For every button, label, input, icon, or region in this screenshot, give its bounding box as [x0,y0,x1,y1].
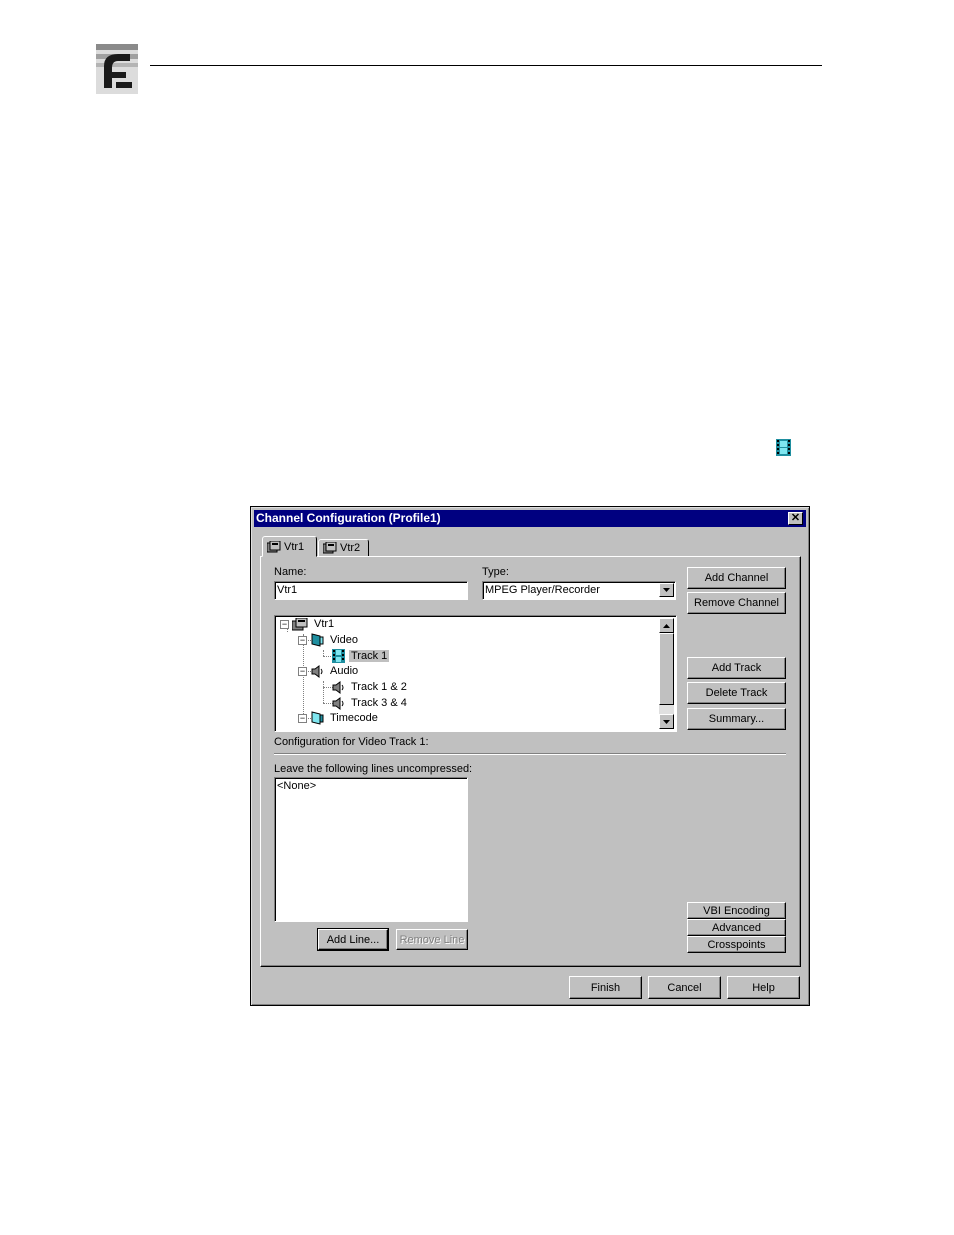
tab-vtr2[interactable]: Vtr2 [318,539,369,557]
tab-vtr1[interactable]: Vtr1 [262,536,317,557]
scroll-thumb[interactable] [659,633,674,705]
film-track-icon [332,649,345,663]
vtr-icon [267,540,281,552]
collapse-icon[interactable]: − [298,714,307,723]
tree-node-label: Timecode [330,712,378,724]
tree-node-timecode[interactable]: Timecode [311,710,380,726]
tree-node-audio-track-1-2[interactable]: Track 1 & 2 [332,679,409,695]
tree-node-label: Video [330,634,358,646]
help-button[interactable]: Help [727,976,800,999]
tree-node-label: Audio [330,665,359,677]
tree-node-audio-track-3-4[interactable]: Track 3 & 4 [332,695,409,711]
remove-line-button[interactable]: Remove Line [396,929,468,950]
collapse-icon[interactable]: − [298,636,307,645]
tree-node-label: Track 1 [349,650,390,662]
scroll-down-icon[interactable] [659,714,674,729]
vtr-icon [323,542,337,554]
name-label: Name: [274,566,307,578]
type-select[interactable]: MPEG Player/Recorder [482,581,676,600]
header-rule [150,65,822,66]
add-track-button[interactable]: Add Track [687,657,786,679]
tab-panel: Name: Vtr1 Type: MPEG Player/Recorder Ad… [260,556,801,967]
tree-node-video[interactable]: Video [311,632,360,648]
tree-node-audio[interactable]: Audio [311,663,360,679]
speaker-icon [332,696,344,710]
channel-configuration-dialog: Channel Configuration (Profile1) ✕ Vtr1 … [250,506,810,1006]
close-icon[interactable]: ✕ [788,512,803,525]
add-channel-button[interactable]: Add Channel [687,567,786,589]
tree-scrollbar[interactable] [659,618,674,729]
collapse-icon[interactable]: − [280,620,289,629]
company-logo [96,44,138,94]
type-select-value: MPEG Player/Recorder [485,584,600,596]
delete-track-button[interactable]: Delete Track [687,682,786,704]
chevron-down-icon[interactable] [659,583,674,597]
config-label: Configuration for Video Track 1: [274,736,429,748]
dialog-title: Channel Configuration (Profile1) [256,511,441,525]
list-item[interactable]: <None> [277,779,467,793]
tab-label: Vtr2 [340,542,361,554]
video-icon [311,633,324,647]
add-line-button[interactable]: Add Line... [317,928,389,951]
uncompressed-list[interactable]: <None> [274,777,468,922]
vbi-encoding-button[interactable]: VBI Encoding [687,902,786,919]
cancel-button[interactable]: Cancel [648,976,721,999]
timecode-icon [311,711,324,725]
scroll-up-icon[interactable] [659,618,674,633]
type-label: Type: [482,566,509,578]
tab-label: Vtr1 [284,540,305,553]
advanced-button[interactable]: Advanced [687,919,786,936]
collapse-icon[interactable]: − [298,667,307,676]
film-track-icon [776,439,791,456]
tree-node-vtr1[interactable]: Vtr1 [292,616,336,632]
tree-node-label: Track 1 & 2 [351,681,407,693]
finish-button[interactable]: Finish [569,976,642,999]
vtr-icon [292,617,308,630]
speaker-icon [332,680,344,694]
summary-button[interactable]: Summary... [687,708,786,730]
tree-node-video-track-1[interactable]: Track 1 [332,648,390,664]
crosspoints-button[interactable]: Crosspoints [687,936,786,953]
name-field[interactable]: Vtr1 [274,581,468,600]
tree-node-label: Track 3 & 4 [351,697,407,709]
channel-tree[interactable]: − Vtr1 − Video Track 1 − Audio Track 1 &… [274,615,677,732]
dialog-titlebar: Channel Configuration (Profile1) ✕ [254,510,806,527]
speaker-icon [311,664,323,678]
remove-channel-button[interactable]: Remove Channel [687,592,786,614]
separator [274,753,786,755]
tree-node-label: Vtr1 [314,618,335,630]
uncompressed-label: Leave the following lines uncompressed: [274,763,473,775]
